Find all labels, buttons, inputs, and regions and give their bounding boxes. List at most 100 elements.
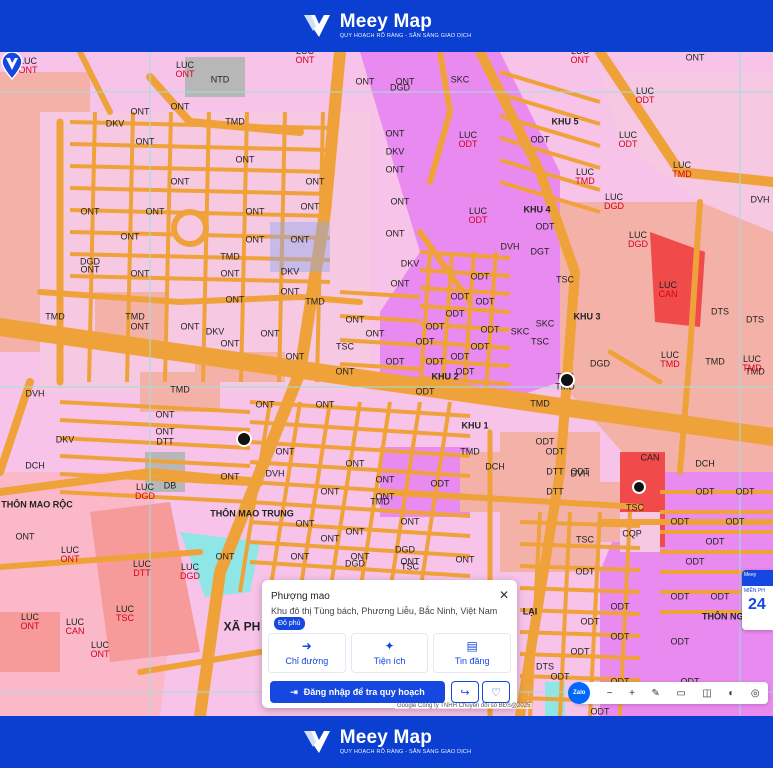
heart-icon: ♡ — [491, 686, 501, 699]
poi-dot-icon — [559, 372, 575, 388]
layers-icon[interactable]: ▭ — [676, 688, 685, 699]
zone-label: ONT — [400, 516, 420, 527]
zone-label: ODT — [570, 646, 590, 657]
zoom-out-icon[interactable]: − — [607, 688, 613, 699]
zone-label: ODT — [385, 356, 405, 367]
favorite-button[interactable]: ♡ — [482, 681, 510, 703]
login-icon: ⇥ — [290, 686, 298, 697]
zone-label: ONT — [345, 526, 365, 537]
popup-title: Phượng mao — [271, 591, 330, 602]
globe-icon[interactable]: ◐ — [728, 688, 734, 699]
zone-label: ONT — [130, 268, 150, 279]
zone-label: TSC — [401, 561, 419, 572]
place-name-label: XÃ PH — [223, 619, 261, 634]
zone-label: ODT — [550, 671, 570, 682]
popup-address-text: Khu đô thị Tùng bách, Phương Liễu, Bắc N… — [271, 606, 498, 616]
zone-label: ODT — [480, 324, 500, 335]
place-name-label: KHU 4 — [523, 204, 551, 215]
zone-label: ONT — [295, 518, 315, 529]
place-popup: Phượng mao ✕ Khu đô thị Tùng bách, Phươn… — [262, 580, 517, 708]
zone-label: ONT — [320, 533, 340, 544]
zone-label: ONT — [245, 206, 265, 217]
listing-icon: ▤ — [466, 639, 478, 653]
zone-label: DVH — [750, 194, 770, 205]
zalo-button[interactable]: Zalo — [568, 682, 591, 704]
share-button[interactable]: ↪ — [451, 681, 479, 703]
zone-label: TSC — [531, 336, 549, 347]
zone-label: DGD — [395, 544, 415, 555]
zone-label: ONT — [225, 294, 245, 305]
zone-label: DB — [163, 480, 177, 491]
zone-label-luc: LUCONT — [20, 612, 40, 631]
zone-label: DTT — [546, 486, 564, 497]
zone-label: ONT — [355, 76, 375, 87]
zone-label: ODT — [545, 446, 565, 457]
zone-label: ONT — [220, 471, 240, 482]
zoom-in-icon[interactable]: + — [629, 688, 635, 699]
amenities-button[interactable]: ✦ Tiện ích — [350, 633, 429, 673]
zone-label: DCH — [485, 461, 505, 472]
zone-label: ODT — [685, 556, 705, 567]
draw-icon[interactable]: ✎ — [651, 688, 659, 699]
map-legend-badge[interactable]: Meey MIỀN PH 24 — [742, 570, 773, 630]
zone-label: ONT — [385, 164, 405, 175]
zone-label: TMD — [305, 296, 325, 307]
zone-label-luc: LUC DGD — [135, 482, 155, 501]
brand-tagline: QUY HOẠCH RÕ RÀNG - SẴN SÀNG GIAO DỊCH — [339, 33, 472, 40]
zone-label: TSC — [626, 502, 644, 513]
zone-label: DGD — [80, 256, 100, 267]
popup-badge[interactable]: Đô phủ — [274, 617, 305, 630]
zone-label-luc: LUCONT — [570, 52, 590, 65]
zone-label-luc: LUCONT — [175, 60, 195, 79]
zone-label: SKC — [510, 326, 530, 337]
directions-icon: ➜ — [301, 639, 312, 653]
zone-label: TMD — [705, 356, 725, 367]
zone-label: ONT — [290, 551, 310, 562]
zone-label: DKV — [105, 118, 125, 129]
zone-label: TMD — [45, 311, 65, 322]
zone-label: ONT — [180, 321, 200, 332]
zone-label: TMD — [220, 251, 240, 262]
location-marker-icon[interactable] — [0, 52, 24, 80]
zone-label: ONT — [385, 228, 405, 239]
zone-label-luc: LUC DGD — [180, 562, 200, 581]
zone-label: ODT — [445, 308, 465, 319]
listings-button[interactable]: ▤ Tin đăng — [433, 633, 512, 673]
brand-name-bottom: Meey Map — [339, 727, 433, 749]
zone-label-luc: LUC DGD — [628, 230, 648, 249]
zone-label: DTS — [536, 661, 554, 672]
zone-label: DKV — [205, 326, 225, 337]
map-attribution: Google Công ty TNHH Chuyển đổi số BĐS@20… — [395, 703, 533, 709]
zone-label: DKV — [385, 146, 405, 157]
zone-label: DGT — [530, 246, 550, 257]
zone-label: ONT — [385, 128, 405, 139]
zone-label: ODT — [705, 536, 725, 547]
zone-label: DVH — [265, 468, 285, 479]
directions-button[interactable]: ➜ Chỉ đường — [268, 633, 346, 673]
zone-label: ODT — [725, 516, 745, 527]
place-name-label: KHU 3 — [573, 311, 601, 322]
legend-badge-region: MIỀN PH — [744, 588, 765, 594]
zone-label: ODT — [670, 591, 690, 602]
zone-label: DGD — [590, 358, 610, 369]
zone-label: ODT — [590, 706, 610, 716]
map-toolbar: Zalo − + ✎ ▭ ◫ ◐ ◎ — [568, 682, 768, 704]
zone-label: SKC — [450, 74, 470, 85]
place-name-label: LẠI — [522, 606, 538, 617]
my-location-icon[interactable]: ◎ — [751, 688, 760, 699]
brand-tagline-bottom: QUY HOẠCH RÕ RÀNG - SẴN SÀNG GIAO DỊCH — [339, 749, 472, 756]
login-button[interactable]: ⇥ Đăng nhập để tra quy hoạch — [270, 681, 445, 703]
zone-label: ONT — [255, 399, 275, 410]
zone-label: TSC — [576, 534, 594, 545]
zone-label: CQP — [622, 528, 642, 539]
zone-label: ONT — [285, 351, 305, 362]
split-view-icon[interactable]: ◫ — [702, 688, 711, 699]
zone-label: DVH — [500, 241, 520, 252]
zone-label: ODT — [670, 516, 690, 527]
zone-label: ONT — [130, 106, 150, 117]
zone-label: ONT — [685, 52, 705, 63]
close-icon[interactable]: ✕ — [499, 588, 509, 602]
legend-badge-number: 24 — [748, 596, 766, 613]
zone-label: ODT — [470, 341, 490, 352]
zone-label: ONT — [375, 474, 395, 485]
